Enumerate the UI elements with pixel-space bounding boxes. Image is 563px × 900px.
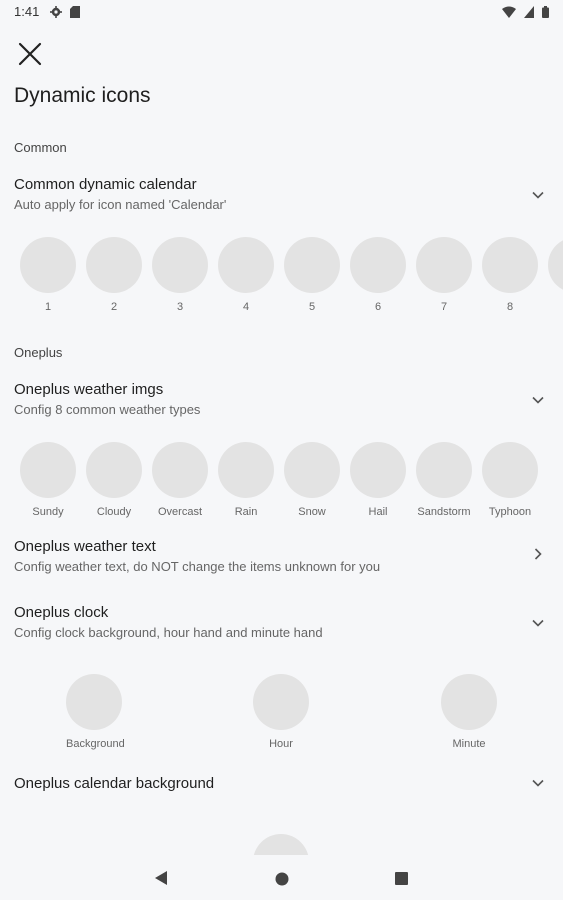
icon-placeholder (218, 237, 274, 293)
icon-placeholder (218, 442, 274, 498)
calendar-icon-item[interactable]: 6 (350, 237, 406, 313)
oneplus-calendar-background-row[interactable]: Oneplus calendar background (0, 770, 563, 802)
icon-placeholder (152, 237, 208, 293)
icon-placeholder (20, 442, 76, 498)
chevron-down-icon (532, 396, 544, 404)
icon-caption: 4 (242, 301, 250, 313)
weather-icon-item[interactable]: Typhoon (482, 442, 538, 518)
page-title: Dynamic icons (14, 84, 151, 107)
clock-icon-item[interactable]: Hour (253, 674, 309, 750)
clock-icon-item[interactable]: Background (66, 674, 125, 750)
oneplus-weather-text-row[interactable]: Oneplus weather text Config weather text… (0, 532, 563, 584)
section-header-oneplus: Oneplus (14, 345, 63, 360)
calendar-icon-item[interactable]: 7 (416, 237, 472, 313)
row-subtitle: Auto apply for icon named 'Calendar' (14, 197, 227, 212)
recents-icon[interactable] (395, 872, 408, 885)
navigation-bar (0, 855, 563, 900)
calendar-icon-item[interactable]: 3 (152, 237, 208, 313)
icon-caption: Cloudy (96, 506, 132, 518)
calendar-icon-item[interactable]: 2 (86, 237, 142, 313)
back-icon[interactable] (154, 870, 168, 886)
close-button[interactable] (16, 40, 44, 68)
calendar-icon-item[interactable]: 4 (218, 237, 274, 313)
signal-icon (524, 5, 534, 23)
oneplus-weather-imgs-row[interactable]: Oneplus weather imgs Config 8 common wea… (0, 375, 563, 427)
row-title: Oneplus clock (14, 604, 109, 621)
icon-caption: 2 (110, 301, 118, 313)
weather-icon-item[interactable]: Sandstorm (416, 442, 472, 518)
icon-caption: Minute (452, 738, 486, 750)
wifi-icon (502, 5, 516, 23)
icon-placeholder (86, 237, 142, 293)
icon-caption: 3 (176, 301, 184, 313)
weather-icon-item[interactable]: Rain (218, 442, 274, 518)
row-title: Oneplus calendar background (14, 775, 215, 792)
calendar-icon-item[interactable]: 1 (20, 237, 76, 313)
icon-placeholder (416, 237, 472, 293)
settings-gear-icon (50, 5, 62, 23)
icon-placeholder (20, 237, 76, 293)
icon-placeholder (253, 834, 309, 855)
row-title: Common dynamic calendar (14, 176, 197, 193)
icon-caption: Hail (368, 506, 388, 518)
icon-caption: Typhoon (488, 506, 532, 518)
icon-caption: Sandstorm (417, 506, 471, 518)
icon-placeholder (66, 674, 122, 730)
chevron-right-icon (534, 548, 542, 560)
status-time: 1:41 (14, 4, 40, 19)
weather-icon-item[interactable]: Hail (350, 442, 406, 518)
status-bar: 1:41 (0, 0, 563, 24)
row-subtitle: Config weather text, do NOT change the i… (14, 559, 381, 574)
icon-placeholder (253, 674, 309, 730)
calendar-icon-item[interactable]: 5 (284, 237, 340, 313)
row-subtitle: Config 8 common weather types (14, 402, 201, 417)
icon-caption: 7 (440, 301, 448, 313)
icon-caption: Overcast (157, 506, 202, 518)
icon-placeholder (350, 442, 406, 498)
icon-caption: Hour (269, 738, 293, 750)
icon-caption: Snow (298, 506, 326, 518)
icon-caption: 5 (308, 301, 316, 313)
weather-icon-item[interactable]: Overcast (152, 442, 208, 518)
calendar-background-icon-partial[interactable] (253, 834, 309, 855)
sd-card-icon (70, 5, 80, 23)
icon-placeholder (350, 237, 406, 293)
close-icon (18, 42, 42, 66)
row-title: Oneplus weather text (14, 538, 156, 555)
battery-icon (542, 5, 549, 23)
common-dynamic-calendar-row[interactable]: Common dynamic calendar Auto apply for i… (0, 170, 563, 222)
icon-caption: Background (66, 738, 125, 750)
chevron-down-icon (532, 619, 544, 627)
row-subtitle: Config clock background, hour hand and m… (14, 625, 323, 640)
chevron-down-icon (532, 779, 544, 787)
weather-icon-item[interactable]: Cloudy (86, 442, 142, 518)
home-icon[interactable] (275, 872, 289, 886)
icon-placeholder (152, 442, 208, 498)
icon-caption: Rain (234, 506, 258, 518)
calendar-icon-item[interactable]: 8 (482, 237, 538, 313)
icon-placeholder (482, 237, 538, 293)
icon-placeholder (482, 442, 538, 498)
icon-placeholder (86, 442, 142, 498)
section-header-common: Common (14, 140, 67, 155)
icon-caption: 8 (506, 301, 514, 313)
calendar-icon-item-partial[interactable] (548, 237, 563, 293)
icon-placeholder (441, 674, 497, 730)
icon-placeholder (284, 237, 340, 293)
icon-placeholder (284, 442, 340, 498)
icon-caption: Sundy (32, 506, 64, 518)
oneplus-clock-row[interactable]: Oneplus clock Config clock background, h… (0, 598, 563, 650)
icon-caption: 6 (374, 301, 382, 313)
icon-placeholder (548, 237, 563, 293)
weather-icon-item[interactable]: Sundy (20, 442, 76, 518)
row-title: Oneplus weather imgs (14, 381, 164, 398)
clock-icon-item[interactable]: Minute (441, 674, 497, 750)
icon-caption: 1 (44, 301, 52, 313)
weather-icon-item[interactable]: Snow (284, 442, 340, 518)
chevron-down-icon (532, 191, 544, 199)
icon-placeholder (416, 442, 472, 498)
